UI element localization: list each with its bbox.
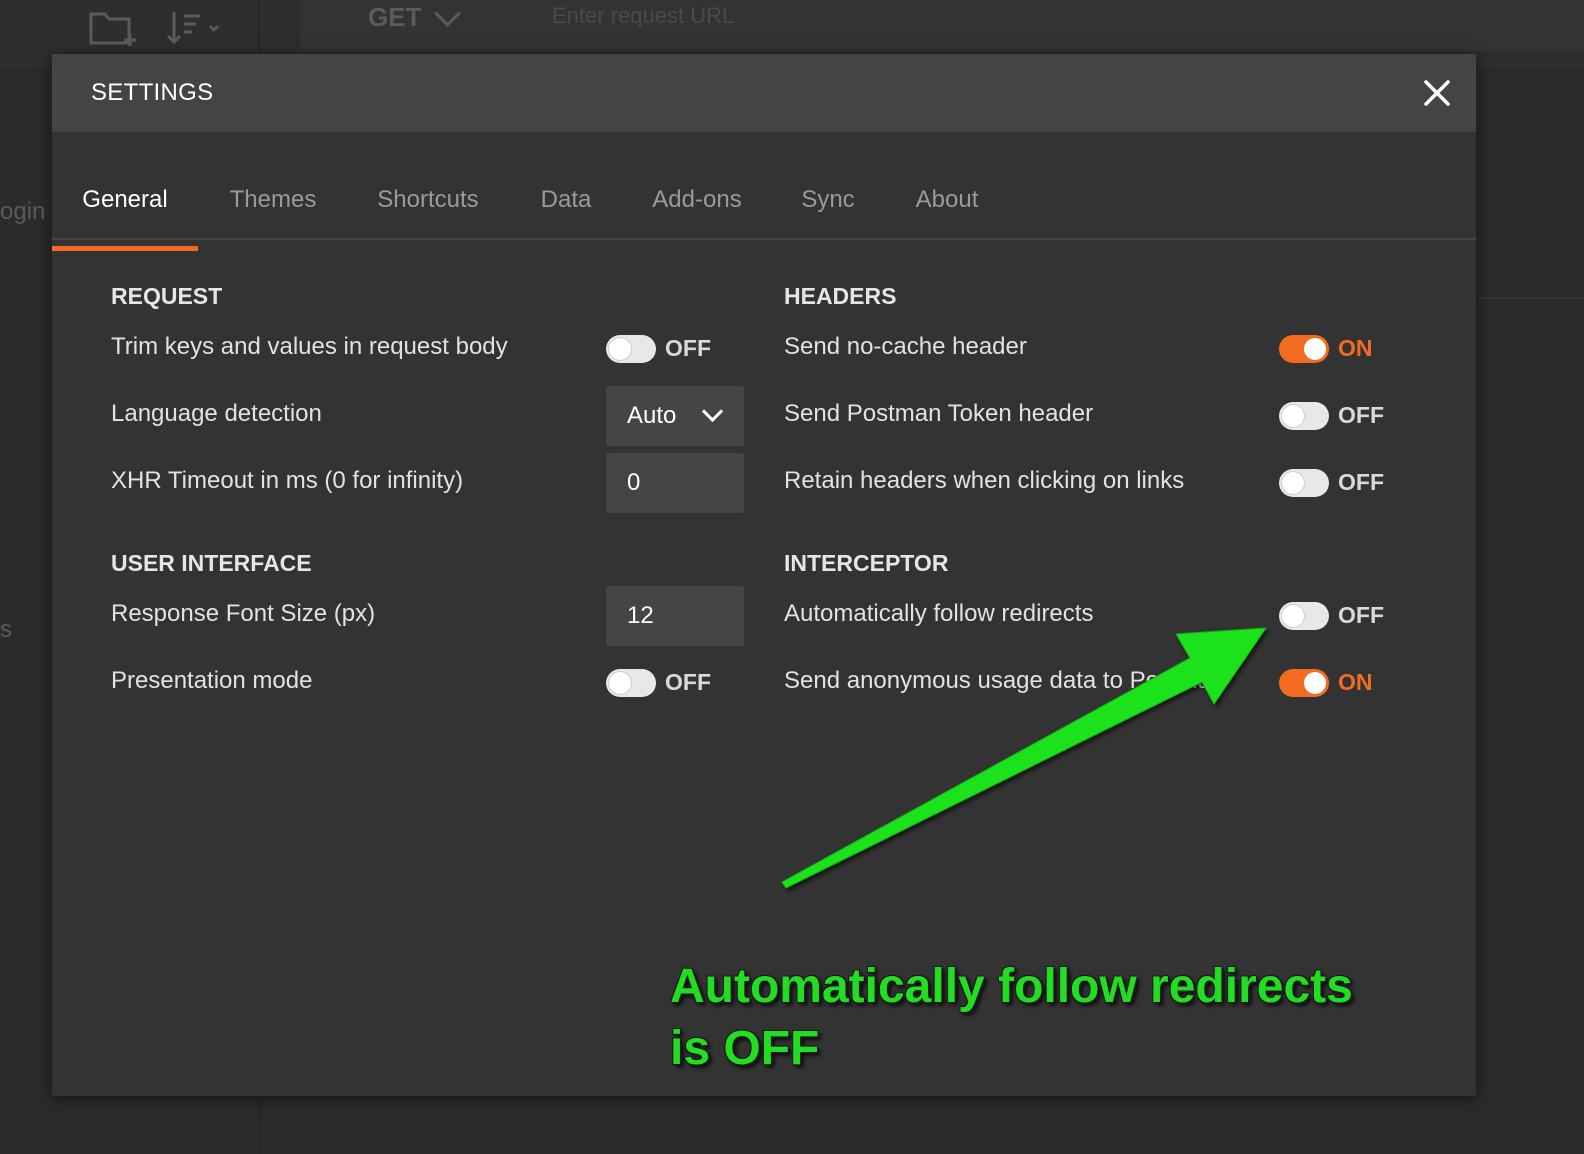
tab-label: Sync — [801, 186, 855, 213]
annotation-line-1: Automatically follow redirects — [670, 960, 1353, 1013]
retain-headers-state: OFF — [1338, 469, 1384, 495]
presentation-mode-toggle[interactable] — [606, 669, 656, 697]
request-url-bar — [300, 0, 1584, 53]
modal-header: SETTINGS — [52, 54, 1476, 132]
tab-label: Shortcuts — [377, 186, 479, 213]
toggle-knob — [1282, 472, 1304, 494]
trim-keys-toggle[interactable] — [606, 335, 656, 363]
xhr-timeout-label: XHR Timeout in ms (0 for infinity) — [111, 467, 464, 494]
no-cache-toggle[interactable] — [1279, 335, 1329, 363]
language-detection-select[interactable]: Auto — [606, 386, 744, 446]
section-title-headers: HEADERS — [784, 283, 897, 309]
tab-data[interactable]: Data — [539, 186, 593, 236]
settings-tabs: General Themes Shortcuts Data Add-ons Sy… — [52, 170, 1476, 251]
new-folder-icon[interactable] — [88, 8, 142, 53]
tab-label: About — [915, 186, 979, 213]
toggle-knob — [1282, 405, 1304, 427]
language-detection-value: Auto — [627, 402, 677, 429]
trim-keys-state: OFF — [665, 335, 711, 361]
toggle-knob — [1304, 338, 1326, 360]
no-cache-state: ON — [1338, 335, 1373, 361]
trim-keys-label: Trim keys and values in request body — [111, 333, 508, 360]
tab-general[interactable]: General — [52, 186, 198, 251]
annotation-line-2: is OFF — [670, 1022, 820, 1075]
toggle-knob — [609, 338, 631, 360]
retain-headers-toggle[interactable] — [1279, 469, 1329, 497]
section-title-request: REQUEST — [111, 283, 223, 309]
toggle-knob — [609, 672, 631, 694]
chevron-down-icon — [701, 400, 724, 423]
xhr-timeout-input[interactable]: 0 — [606, 453, 744, 513]
sidebar-text-fragment: ogin — [0, 198, 46, 225]
toggle-knob — [1282, 605, 1304, 627]
tab-about[interactable]: About — [912, 186, 982, 236]
presentation-mode-label: Presentation mode — [111, 667, 313, 694]
tab-label: Data — [540, 186, 592, 213]
right-panel — [1478, 52, 1584, 299]
tab-label: Themes — [229, 186, 317, 213]
response-font-size-value: 12 — [627, 602, 654, 629]
settings-modal: SETTINGS General Themes Shortcuts Data A… — [52, 54, 1476, 1096]
response-font-size-label: Response Font Size (px) — [111, 600, 376, 627]
annotation-callout: Automatically follow redirects is OFF — [670, 956, 1390, 1080]
url-input[interactable]: Enter request URL — [552, 0, 734, 32]
anonymous-usage-state: ON — [1338, 669, 1373, 695]
close-icon[interactable] — [1420, 76, 1454, 110]
xhr-timeout-value: 0 — [627, 469, 641, 496]
section-title-user-interface: USER INTERFACE — [111, 550, 312, 576]
toggle-knob — [1304, 672, 1326, 694]
tab-add-ons[interactable]: Add-ons — [650, 186, 744, 236]
active-tab-indicator — [52, 246, 198, 251]
follow-redirects-label: Automatically follow redirects — [784, 600, 1094, 627]
sidebar-text-fragment: s — [0, 616, 12, 643]
section-title-interceptor: INTERCEPTOR — [784, 550, 949, 576]
follow-redirects-state: OFF — [1338, 602, 1384, 628]
tab-sync[interactable]: Sync — [801, 186, 855, 236]
presentation-mode-state: OFF — [665, 669, 711, 695]
follow-redirects-toggle[interactable] — [1279, 602, 1329, 630]
tab-label: General — [82, 186, 168, 213]
modal-title: SETTINGS — [91, 79, 214, 106]
postman-token-label: Send Postman Token header — [784, 400, 1094, 427]
postman-token-state: OFF — [1338, 402, 1384, 428]
language-detection-label: Language detection — [111, 400, 322, 427]
anonymous-usage-label: Send anonymous usage data to Postman — [784, 667, 1225, 694]
tab-label: Add-ons — [652, 186, 742, 213]
anonymous-usage-toggle[interactable] — [1279, 669, 1329, 697]
response-font-size-input[interactable]: 12 — [606, 586, 744, 646]
postman-token-toggle[interactable] — [1279, 402, 1329, 430]
method-select[interactable]: GET — [368, 0, 421, 34]
retain-headers-label: Retain headers when clicking on links — [784, 467, 1185, 494]
tab-themes[interactable]: Themes — [227, 186, 319, 236]
no-cache-label: Send no-cache header — [784, 333, 1027, 360]
sort-icon[interactable] — [166, 8, 226, 53]
tab-shortcuts[interactable]: Shortcuts — [374, 186, 482, 236]
